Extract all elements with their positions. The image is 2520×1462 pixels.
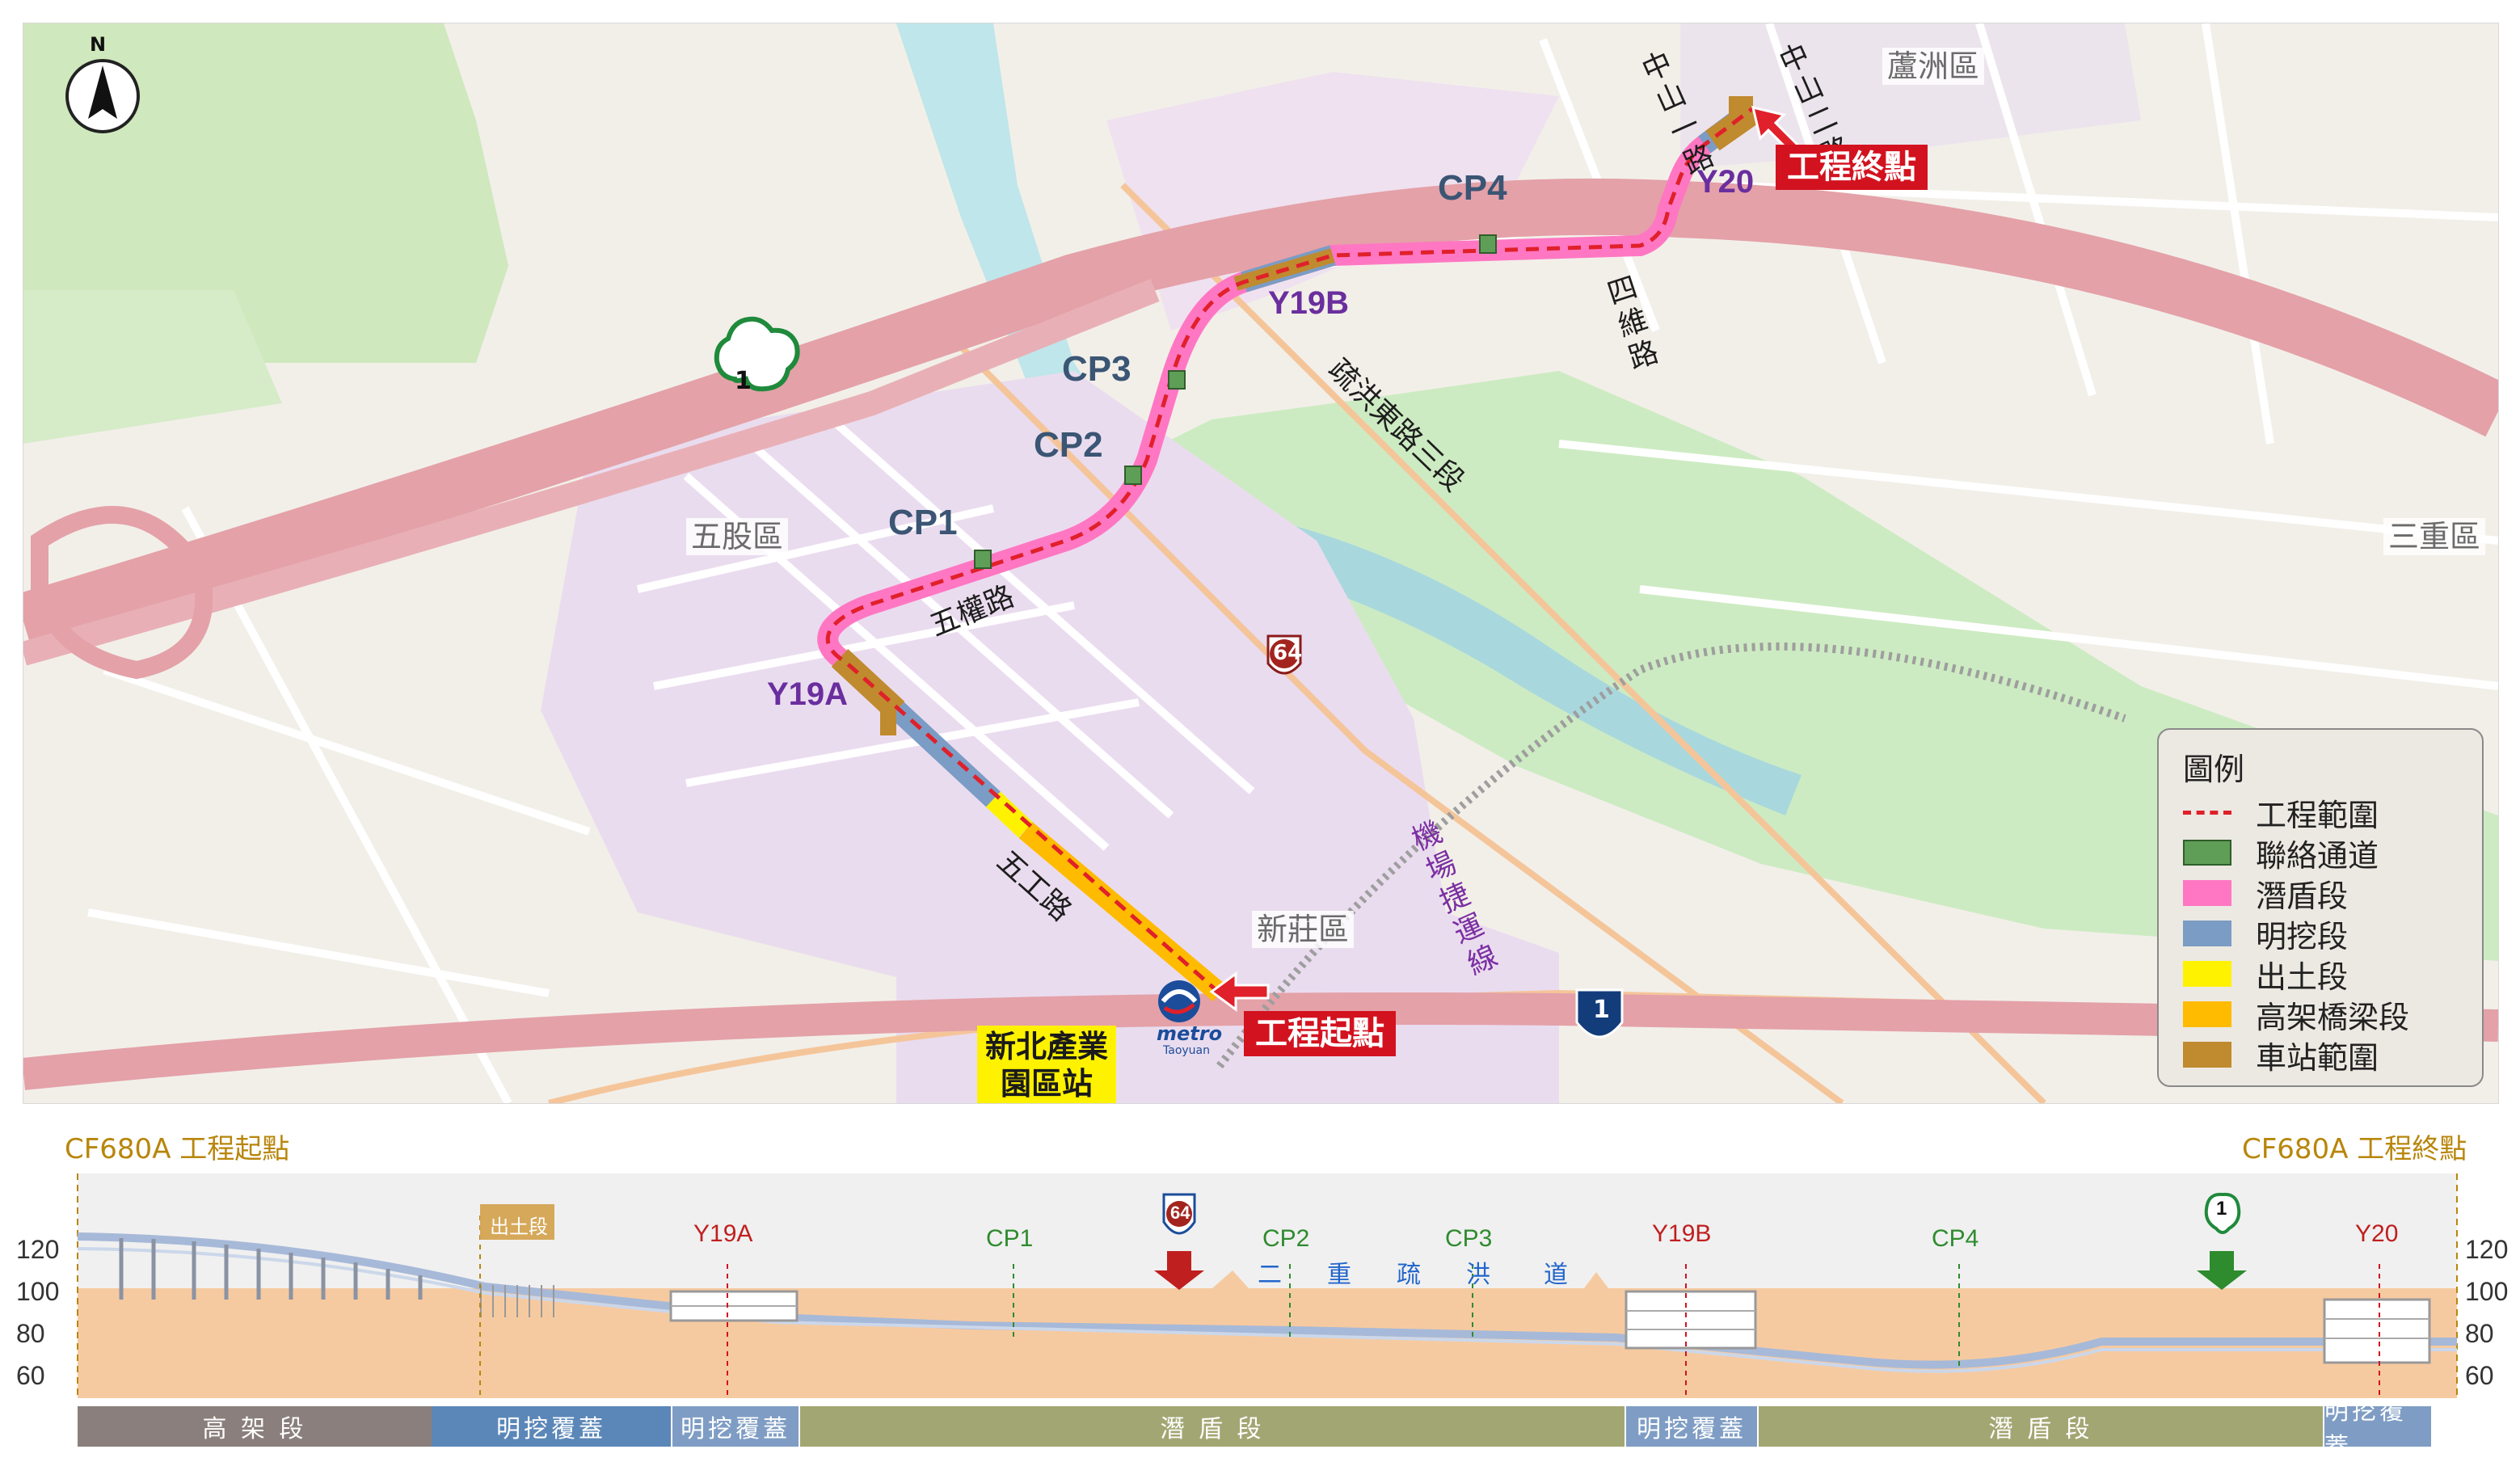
y-tick-right-120: 120: [2465, 1235, 2509, 1264]
segment-cut-cover-2: 明挖覆蓋: [672, 1406, 799, 1447]
profile-label-cp3: CP3: [1445, 1225, 1493, 1252]
profile-label-cp2: CP2: [1262, 1225, 1310, 1252]
segment-cut-cover-4: 明挖覆蓋: [2324, 1397, 2431, 1461]
segment-label: 潛 盾 段: [1160, 1415, 1265, 1443]
channel-char: 重: [1327, 1262, 1351, 1288]
y-tick-left-80: 80: [16, 1319, 45, 1348]
y-tick-right-60: 60: [2465, 1361, 2494, 1390]
channel-char: 洪: [1466, 1262, 1490, 1288]
profile-label-cp1: CP1: [986, 1225, 1034, 1252]
profile-label-y20: Y20: [2355, 1220, 2399, 1247]
segment-label: 明挖覆蓋: [681, 1415, 790, 1443]
segment-shield-1: 潛 盾 段: [800, 1406, 1625, 1447]
y-tick-left-120: 120: [16, 1235, 60, 1264]
station-box-y19b: [1625, 1290, 1757, 1350]
segment-cut-cover-3: 明挖覆蓋: [1626, 1406, 1757, 1447]
station-box-y20: [2323, 1298, 2431, 1364]
segment-label: 明挖覆蓋: [496, 1415, 606, 1443]
segment-label: 明挖覆蓋: [2324, 1397, 2407, 1461]
channel-char: 道: [1544, 1262, 1568, 1288]
profile-prov-64-number: 64: [1170, 1203, 1190, 1223]
profile-label-y19a: Y19A: [693, 1220, 753, 1247]
segment-cut-cover-1: 明挖覆蓋: [432, 1406, 671, 1447]
segment-label: 明挖覆蓋: [1637, 1415, 1747, 1443]
profile-label-y19b: Y19B: [1652, 1220, 1712, 1247]
profile-fwy-1-number: 1: [2216, 1198, 2227, 1220]
y-tick-right-100: 100: [2465, 1277, 2509, 1306]
y-tick-left-100: 100: [16, 1277, 60, 1306]
exit-tag-label: 出土段: [490, 1216, 548, 1238]
profile-label-cp4: CP4: [1932, 1225, 1979, 1252]
channel-char: 二: [1258, 1262, 1282, 1288]
segment-label: 高 架 段: [202, 1415, 307, 1443]
segment-viaduct: 高 架 段: [78, 1406, 432, 1447]
segment-shield-2: 潛 盾 段: [1759, 1406, 2323, 1447]
y-tick-right-80: 80: [2465, 1319, 2494, 1348]
profile-section: [77, 1173, 2458, 1398]
y-tick-left-60: 60: [16, 1361, 45, 1390]
segment-label: 潛 盾 段: [1988, 1415, 2093, 1443]
channel-char: 疏: [1397, 1262, 1421, 1288]
